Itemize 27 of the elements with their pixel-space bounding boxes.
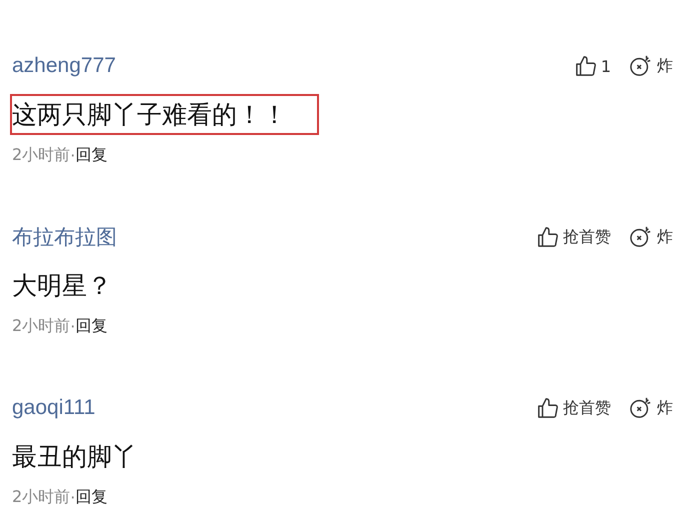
like-button[interactable]: 抢首赞 [537, 226, 611, 248]
reply-button[interactable]: 回复 [75, 316, 108, 337]
timestamp: 2小时前 [12, 316, 70, 337]
timestamp: 2小时前 [12, 487, 70, 508]
like-button[interactable]: 1 [574, 55, 611, 77]
separator-dot: · [70, 146, 76, 165]
thumbs-up-icon [574, 55, 597, 77]
comment-text: 大明星？ [11, 270, 113, 302]
timestamp: 2小时前 [12, 145, 70, 166]
bomb-button[interactable]: 炸 [629, 397, 673, 419]
bomb-icon [629, 397, 653, 419]
reply-button[interactable]: 回复 [75, 487, 108, 508]
bomb-icon [629, 226, 653, 248]
thumbs-up-icon [537, 397, 559, 419]
comment-text: 最丑的脚丫 [11, 441, 138, 473]
separator-dot: · [70, 488, 76, 507]
comment-text: 这两只脚丫子难看的！！ [10, 94, 319, 135]
separator-dot: · [70, 317, 76, 336]
reply-button[interactable]: 回复 [75, 145, 108, 166]
thumbs-up-icon [537, 226, 559, 248]
like-button[interactable]: 抢首赞 [537, 397, 611, 419]
username[interactable]: azheng777 [12, 54, 116, 78]
bomb-button[interactable]: 炸 [629, 226, 673, 248]
bomb-icon [629, 55, 653, 77]
username[interactable]: gaoqi111 [12, 396, 96, 420]
username[interactable]: 布拉布拉图 [12, 223, 117, 251]
bomb-button[interactable]: 炸 [629, 55, 673, 77]
